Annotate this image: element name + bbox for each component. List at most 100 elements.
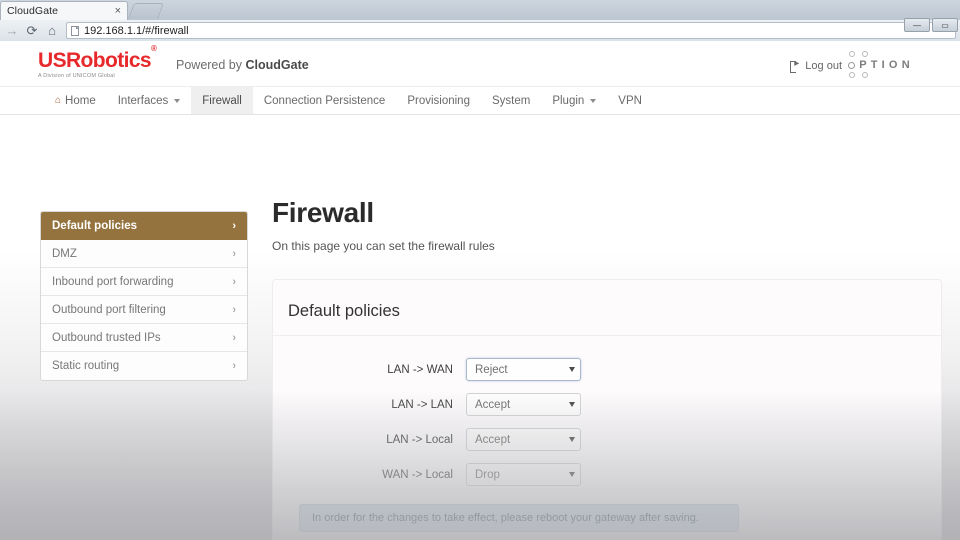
policy-select-wan-local[interactable]: Drop — [466, 463, 581, 486]
option-dot-icon — [862, 72, 868, 78]
logo-wordmark: USRobotics® — [38, 45, 157, 72]
address-bar[interactable]: 192.168.1.1/#/firewall — [66, 22, 956, 39]
logout-icon — [790, 58, 800, 73]
panel-title: Default policies — [273, 302, 941, 336]
option-logo-letter: I — [881, 59, 889, 71]
option-dot-icon — [862, 51, 868, 57]
page-title: Firewall — [272, 197, 374, 228]
new-tab-button[interactable] — [128, 3, 164, 19]
nav-item-home[interactable]: ⌂ Home — [44, 87, 107, 114]
policy-label: LAN -> Local — [386, 433, 453, 446]
usrobotics-logo[interactable]: USRobotics® A Division of UNICOM Global — [38, 45, 157, 80]
nav-item-vpn[interactable]: VPN — [607, 87, 653, 114]
logo-trademark: ® — [151, 44, 157, 53]
main-column: Firewall On this page you can set the fi… — [272, 197, 944, 540]
option-o-circle-icon — [848, 61, 855, 69]
powered-by-text: Powered by CloudGate — [176, 58, 309, 72]
policy-label: WAN -> Local — [382, 468, 453, 481]
policy-select-lan-lan[interactable]: Accept — [466, 393, 581, 416]
option-logo-dots-top — [849, 51, 868, 57]
sidebar-item-label: DMZ — [52, 247, 77, 260]
nav-item-plugin[interactable]: Plugin — [541, 87, 607, 114]
chevron-down-icon — [569, 472, 575, 477]
default-policies-panel: Default policies LAN -> WAN Reject LAN -> … — [272, 279, 942, 540]
browser-tabstrip: CloudGate × — [0, 0, 960, 20]
sidebar-item-dmz[interactable]: DMZ › — [41, 240, 247, 268]
policy-select-lan-local[interactable]: Accept — [466, 428, 581, 451]
forward-arrow-icon[interactable]: → — [2, 21, 22, 40]
maximize-button[interactable]: ▭ — [932, 18, 958, 32]
nav-item-connection-persistence[interactable]: Connection Persistence — [253, 87, 396, 114]
option-logo-letter: O — [888, 59, 902, 71]
site-header: USRobotics® A Division of UNICOM Global … — [0, 41, 960, 87]
nav-item-firewall[interactable]: Firewall — [191, 87, 253, 114]
nav-item-provisioning[interactable]: Provisioning — [396, 87, 481, 114]
chevron-right-icon: › — [232, 303, 236, 316]
policy-row: LAN -> Local Accept — [273, 428, 941, 451]
policy-select-value: Drop — [475, 468, 500, 481]
logo-subtitle: A Division of UNICOM Global — [38, 73, 115, 79]
window-controls: — ▭ — [904, 18, 958, 32]
address-bar-text: 192.168.1.1/#/firewall — [84, 24, 189, 37]
screenshot-root: CloudGate × → ⟳ ⌂ 192.168.1.1/#/firewall… — [0, 0, 960, 540]
web-page: USRobotics® A Division of UNICOM Global … — [0, 41, 960, 540]
policy-row: LAN -> LAN Accept — [273, 393, 941, 416]
powered-prefix: Powered by — [176, 58, 246, 72]
option-logo-letter: T — [870, 59, 882, 71]
logout-label: Log out — [805, 60, 842, 72]
nav-item-label: Home — [65, 94, 96, 107]
page-document-icon — [71, 25, 79, 36]
option-dot-icon — [849, 72, 855, 78]
sidebar-item-label: Default policies — [52, 219, 137, 232]
chevron-down-icon — [569, 437, 575, 442]
sidebar-item-label: Outbound port filtering — [52, 303, 166, 316]
chevron-right-icon: › — [232, 219, 236, 232]
logout-button[interactable]: Log out — [790, 58, 842, 73]
sidebar-item-static-routing[interactable]: Static routing › — [41, 352, 247, 380]
nav-item-label: System — [491, 94, 531, 107]
option-dot-icon — [849, 51, 855, 57]
option-logo-letter: N — [901, 59, 914, 71]
option-logo-letter: P — [859, 59, 871, 71]
policy-select-lan-wan[interactable]: Reject — [466, 358, 581, 381]
dmz-section-title: DMZ — [273, 532, 941, 540]
option-logo-dots-bottom — [849, 72, 868, 78]
chevron-down-icon — [174, 98, 181, 103]
sidebar-item-outbound-port-filtering[interactable]: Outbound port filtering › — [41, 296, 247, 324]
browser-tab-title: CloudGate — [7, 5, 59, 17]
sidebar-item-label: Inbound port forwarding — [52, 275, 174, 288]
nav-item-interfaces[interactable]: Interfaces — [107, 87, 192, 114]
minimize-button[interactable]: — — [904, 18, 930, 32]
close-icon[interactable]: × — [111, 5, 121, 17]
powered-brand: CloudGate — [245, 58, 309, 72]
policy-row: WAN -> Local Drop — [273, 463, 941, 486]
nav-item-system[interactable]: System — [481, 87, 541, 114]
main-navigation: ⌂ Home Interfaces Firewall Connection Persis… — [0, 87, 960, 115]
sidebar-item-default-policies[interactable]: Default policies › — [41, 212, 247, 240]
page-subtitle: On this page you can set the firewall ru… — [272, 239, 495, 253]
sidebar-item-label: Static routing — [52, 360, 120, 372]
nav-item-label: Provisioning — [407, 94, 470, 107]
nav-item-label: Plugin — [552, 94, 585, 107]
logo-text: USRobotics — [38, 49, 152, 72]
reload-icon[interactable]: ⟳ — [22, 21, 42, 40]
chevron-down-icon — [569, 402, 575, 407]
option-logo: PTION — [848, 51, 952, 81]
browser-toolbar: → ⟳ ⌂ 192.168.1.1/#/firewall — ▭ — [0, 18, 960, 41]
policy-select-value: Accept — [475, 433, 511, 446]
policy-label: LAN -> LAN — [391, 398, 453, 411]
default-policies-form: LAN -> WAN Reject LAN -> LAN Accept LAN -> L… — [273, 336, 941, 486]
policy-label: LAN -> WAN — [387, 363, 453, 376]
option-logo-word: PTION — [848, 59, 914, 71]
chevron-down-icon — [569, 367, 575, 372]
sidebar-item-inbound-port-forwarding[interactable]: Inbound port forwarding › — [41, 268, 247, 296]
nav-item-label: Connection Persistence — [263, 94, 386, 107]
chevron-right-icon: › — [232, 360, 236, 372]
browser-tab-cloudgate[interactable]: CloudGate × — [0, 1, 128, 20]
sidebar-item-outbound-trusted-ips[interactable]: Outbound trusted IPs › — [41, 324, 247, 352]
nav-item-label: Firewall — [202, 94, 242, 107]
home-icon: ⌂ — [55, 95, 62, 106]
policy-select-value: Reject — [475, 363, 508, 376]
home-icon[interactable]: ⌂ — [42, 21, 62, 40]
chevron-down-icon — [590, 98, 597, 103]
